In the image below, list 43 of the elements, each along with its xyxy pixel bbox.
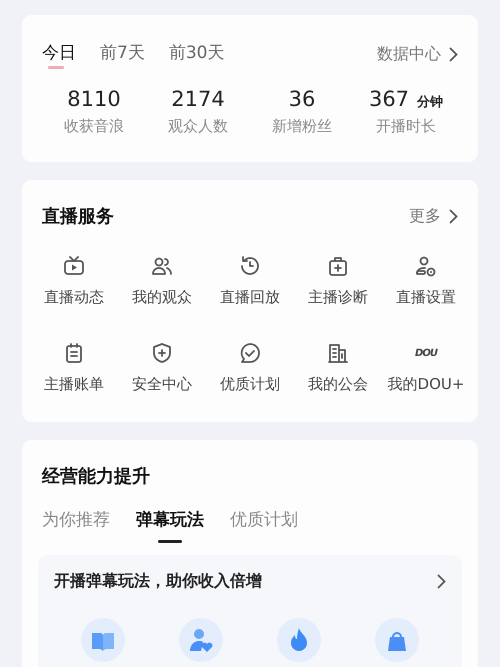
service-item[interactable]: 优质计划: [206, 341, 294, 394]
chevron-icon: [449, 46, 458, 62]
category-tab[interactable]: 弹幕玩法: [136, 508, 204, 543]
check-bubble-icon: [238, 341, 262, 365]
stat-unit: 分钟: [417, 94, 444, 111]
service-item[interactable]: 安全中心: [118, 341, 206, 394]
banner-link[interactable]: 开播弹幕玩法，助你收入倍增: [54, 571, 446, 592]
service-item[interactable]: 主播账单: [30, 341, 118, 394]
feature-button[interactable]: [81, 618, 125, 662]
data-center-link[interactable]: 数据中心: [377, 44, 458, 64]
service-item[interactable]: 我的公会: [294, 341, 382, 394]
service-item[interactable]: 直播设置: [382, 254, 470, 307]
service-item[interactable]: 直播动态: [30, 254, 118, 307]
period-tab[interactable]: 前30天: [168, 41, 224, 67]
feature-button[interactable]: [179, 618, 223, 662]
period-tab[interactable]: 今日: [42, 41, 76, 67]
period-tab[interactable]: 前7天: [100, 41, 145, 67]
stat-label: 收获音浪: [63, 117, 125, 136]
service-item[interactable]: 直播回放: [206, 254, 294, 307]
tv-icon: [62, 254, 86, 278]
feature-button[interactable]: [375, 618, 419, 662]
logo-icon: DOU: [415, 341, 437, 365]
stat-value: 367: [368, 87, 410, 111]
service-item[interactable]: DOU 我的DOU+: [382, 341, 470, 394]
section-title: 直播服务: [42, 205, 114, 228]
service-item[interactable]: 我的观众: [118, 254, 206, 307]
section-title: 经营能力提升: [42, 465, 151, 488]
more-link[interactable]: 更多: [409, 206, 458, 226]
stat-label: 开播时长: [375, 117, 437, 136]
stat-label: 新增粉丝: [271, 117, 333, 136]
service-item[interactable]: 主播诊断: [294, 254, 382, 307]
history-icon: [238, 254, 262, 278]
chevron-icon: [437, 574, 446, 589]
stat-value: 36: [288, 87, 316, 111]
medkit-icon: [326, 254, 350, 278]
stat-label: 观众人数: [167, 117, 229, 136]
user-gear-icon: [414, 254, 438, 278]
chevron-icon: [449, 208, 458, 224]
shield-icon: [150, 341, 174, 365]
feature-button[interactable]: [277, 618, 321, 662]
building-icon: [326, 341, 350, 365]
stat-value: 2174: [171, 87, 225, 111]
stat-value: 8110: [67, 87, 121, 111]
